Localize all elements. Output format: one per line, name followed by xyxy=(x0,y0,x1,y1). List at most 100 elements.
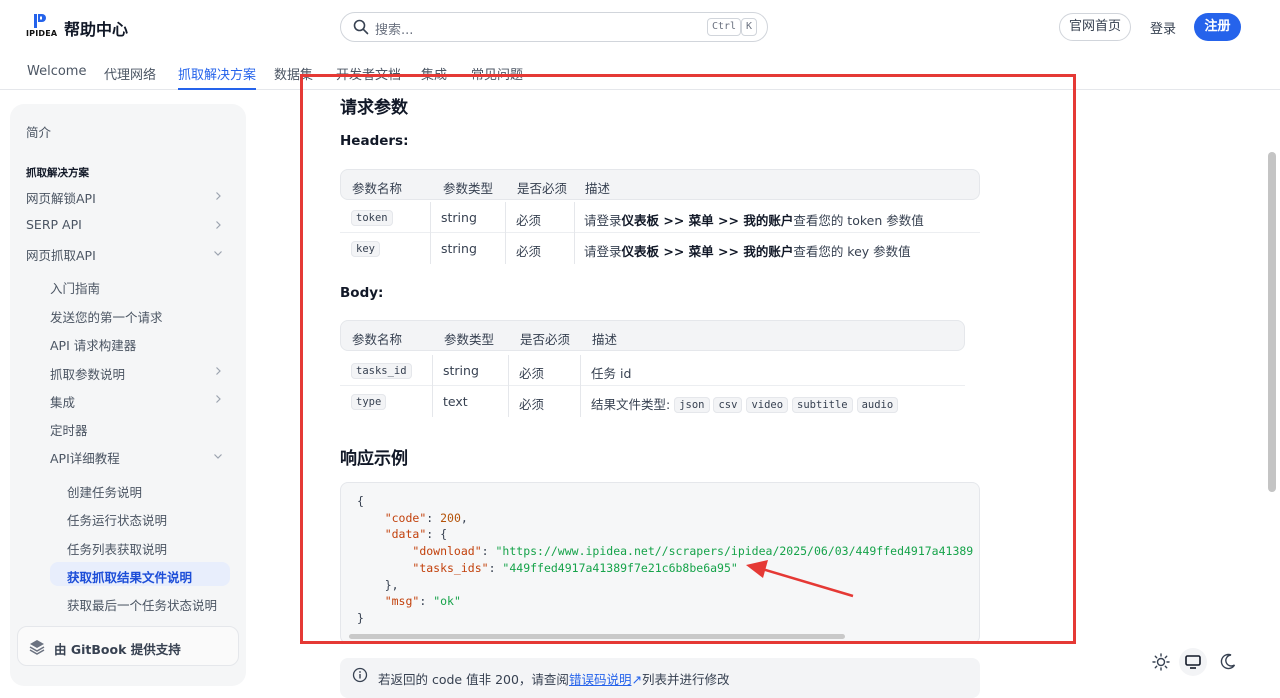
search-icon xyxy=(353,19,369,35)
sidebar-item-task-status[interactable]: 任务运行状态说明 xyxy=(67,510,167,529)
file-type-code: json xyxy=(674,397,710,413)
tab-datasets[interactable]: 数据集 xyxy=(274,64,313,90)
sidebar-item-first-request[interactable]: 发送您的第一个请求 xyxy=(50,307,163,326)
top-nav-tabs: Welcome 代理网络 抓取解决方案 数据集 开发者文档 集成 常见问题 xyxy=(0,56,1280,90)
sidebar-item-getting-started[interactable]: 入门指南 xyxy=(50,278,100,297)
tab-integrations[interactable]: 集成 xyxy=(421,64,447,90)
page-scrollbar[interactable] xyxy=(1268,152,1276,492)
param-name-code: key xyxy=(351,241,380,257)
code-text: { "code": 200, "data": { "download": "ht… xyxy=(357,494,974,625)
param-description: 请登录仪表板 >> 菜单 >> 我的账户查看您的 token 参数值 xyxy=(584,213,924,228)
response-code-block[interactable]: { "code": 200, "data": { "download": "ht… xyxy=(340,482,980,644)
tab-proxy-network[interactable]: 代理网络 xyxy=(104,64,156,90)
table-row: tasks_id string 必须 任务 id xyxy=(340,355,965,386)
param-type: string xyxy=(443,363,479,378)
chevron-down-icon[interactable] xyxy=(213,248,223,258)
column-header: 参数名称 xyxy=(352,332,403,347)
response-example-heading: 响应示例 xyxy=(340,449,408,469)
table-header-row: 参数名称 参数类型 是否必须 描述 xyxy=(340,169,980,200)
layers-icon xyxy=(29,640,45,655)
info-hint: 若返回的 code 值非 200，请查阅错误码说明↗列表并进行修改 xyxy=(340,658,980,698)
sidebar-item-web-scraper-api[interactable]: 网页抓取API xyxy=(26,245,96,264)
logo-icon xyxy=(34,14,46,28)
sidebar-item-create-task[interactable]: 创建任务说明 xyxy=(67,482,142,501)
register-button[interactable]: 注册 xyxy=(1194,13,1241,41)
search-input[interactable]: 搜索... Ctrl K xyxy=(340,12,768,42)
sidebar-item-intro[interactable]: 简介 xyxy=(26,122,51,141)
column-header: 参数名称 xyxy=(352,181,403,196)
file-type-code: video xyxy=(746,397,789,413)
search-placeholder: 搜索... xyxy=(375,23,414,38)
error-code-link[interactable]: 错误码说明 xyxy=(569,672,632,687)
column-header: 是否必须 xyxy=(520,332,571,347)
code-horizontal-scrollbar[interactable] xyxy=(349,634,973,639)
gitbook-footer[interactable]: 由 GitBook 提供支持 xyxy=(17,626,239,666)
column-header: 描述 xyxy=(585,181,611,196)
chevron-right-icon[interactable] xyxy=(213,394,223,404)
chevron-right-icon[interactable] xyxy=(213,191,223,201)
scrollbar-thumb[interactable] xyxy=(349,634,845,639)
param-name-code: type xyxy=(351,394,387,410)
sidebar-item-integrations[interactable]: 集成 xyxy=(50,392,75,411)
table-header-row: 参数名称 参数类型 是否必须 描述 xyxy=(340,320,965,351)
sidebar-item-web-unlocker[interactable]: 网页解锁API xyxy=(26,188,96,207)
sidebar-item-serp-api[interactable]: SERP API xyxy=(26,217,82,232)
shortcut-ctrl-key: Ctrl xyxy=(707,18,742,36)
table-row: key string 必须 请登录仪表板 >> 菜单 >> 我的账户查看您的 k… xyxy=(340,233,980,264)
sidebar-item-request-builder[interactable]: API 请求构建器 xyxy=(50,335,136,354)
sidebar-item-scrape-params[interactable]: 抓取参数说明 xyxy=(50,364,125,383)
sidebar-item-result-file[interactable]: 获取抓取结果文件说明 xyxy=(67,567,192,586)
sun-icon[interactable] xyxy=(1151,652,1171,672)
file-type-code: audio xyxy=(856,397,899,413)
param-description: 请登录仪表板 >> 菜单 >> 我的账户查看您的 key 参数值 xyxy=(584,244,911,259)
official-home-button[interactable]: 官网首页 xyxy=(1059,13,1131,41)
headers-table: 参数名称 参数类型 是否必须 描述 token string 必须 请登录仪表板… xyxy=(340,169,980,264)
tab-welcome[interactable]: Welcome xyxy=(27,64,86,90)
chevron-right-icon[interactable] xyxy=(213,220,223,230)
body-heading: Body: xyxy=(340,285,384,301)
file-type-code: subtitle xyxy=(792,397,853,413)
monitor-icon[interactable] xyxy=(1183,652,1203,672)
login-button[interactable]: 登录 xyxy=(1150,18,1176,37)
param-required: 必须 xyxy=(519,397,545,412)
column-header: 描述 xyxy=(592,332,618,347)
sidebar-item-task-list[interactable]: 任务列表获取说明 xyxy=(67,539,167,558)
param-description: 结果文件类型: json csv video subtitle audio xyxy=(591,394,899,413)
shortcut-k-key: K xyxy=(741,18,758,36)
param-required: 必须 xyxy=(516,244,542,259)
param-name-code: token xyxy=(351,210,393,226)
chevron-down-icon[interactable] xyxy=(213,451,223,461)
body-table: 参数名称 参数类型 是否必须 描述 tasks_id string 必须 任务 … xyxy=(340,320,965,417)
sidebar-section-title: 抓取解决方案 xyxy=(26,167,89,179)
column-header: 是否必须 xyxy=(517,181,568,196)
param-type: string xyxy=(441,241,477,256)
file-type-code: csv xyxy=(713,397,743,413)
tab-faq[interactable]: 常见问题 xyxy=(471,64,523,90)
table-row: type text 必须 结果文件类型: json csv video subt… xyxy=(340,386,965,417)
headers-heading: Headers: xyxy=(340,133,409,149)
sidebar-item-last-task-status[interactable]: 获取最后一个任务状态说明 xyxy=(67,595,217,614)
sidebar: 简介 抓取解决方案 网页解锁API SERP API 网页抓取API 入门指南 … xyxy=(10,104,246,686)
tab-developer-docs[interactable]: 开发者文档 xyxy=(336,64,401,90)
param-name-code: tasks_id xyxy=(351,363,412,379)
sidebar-item-api-tutorial[interactable]: API详细教程 xyxy=(50,448,120,467)
hint-text: 若返回的 code 值非 200，请查阅错误码说明↗列表并进行修改 xyxy=(378,672,730,687)
param-description: 任务 id xyxy=(591,366,632,381)
chevron-right-icon[interactable] xyxy=(213,366,223,376)
request-params-heading: 请求参数 xyxy=(340,98,408,118)
column-header: 参数类型 xyxy=(443,181,494,196)
column-header: 参数类型 xyxy=(444,332,495,347)
table-row: token string 必须 请登录仪表板 >> 菜单 >> 我的账户查看您的… xyxy=(340,202,980,233)
info-icon xyxy=(352,667,368,683)
moon-icon[interactable] xyxy=(1218,652,1238,672)
main-content: 请求参数 Headers: 参数名称 参数类型 是否必须 描述 token st… xyxy=(340,90,1000,698)
logo-text: IPIDEA xyxy=(26,29,58,38)
tab-scraping-solutions[interactable]: 抓取解决方案 xyxy=(178,64,257,90)
sidebar-item-scheduler[interactable]: 定时器 xyxy=(50,420,88,439)
param-type: text xyxy=(443,394,468,409)
param-required: 必须 xyxy=(519,366,545,381)
gitbook-footer-text: 由 GitBook 提供支持 xyxy=(54,642,181,657)
top-bar: IPIDEA 帮助中心 搜索... Ctrl K 官网首页 登录 注册 xyxy=(0,0,1280,56)
site-title[interactable]: 帮助中心 xyxy=(64,16,128,40)
site-logo[interactable]: IPIDEA xyxy=(26,14,58,40)
